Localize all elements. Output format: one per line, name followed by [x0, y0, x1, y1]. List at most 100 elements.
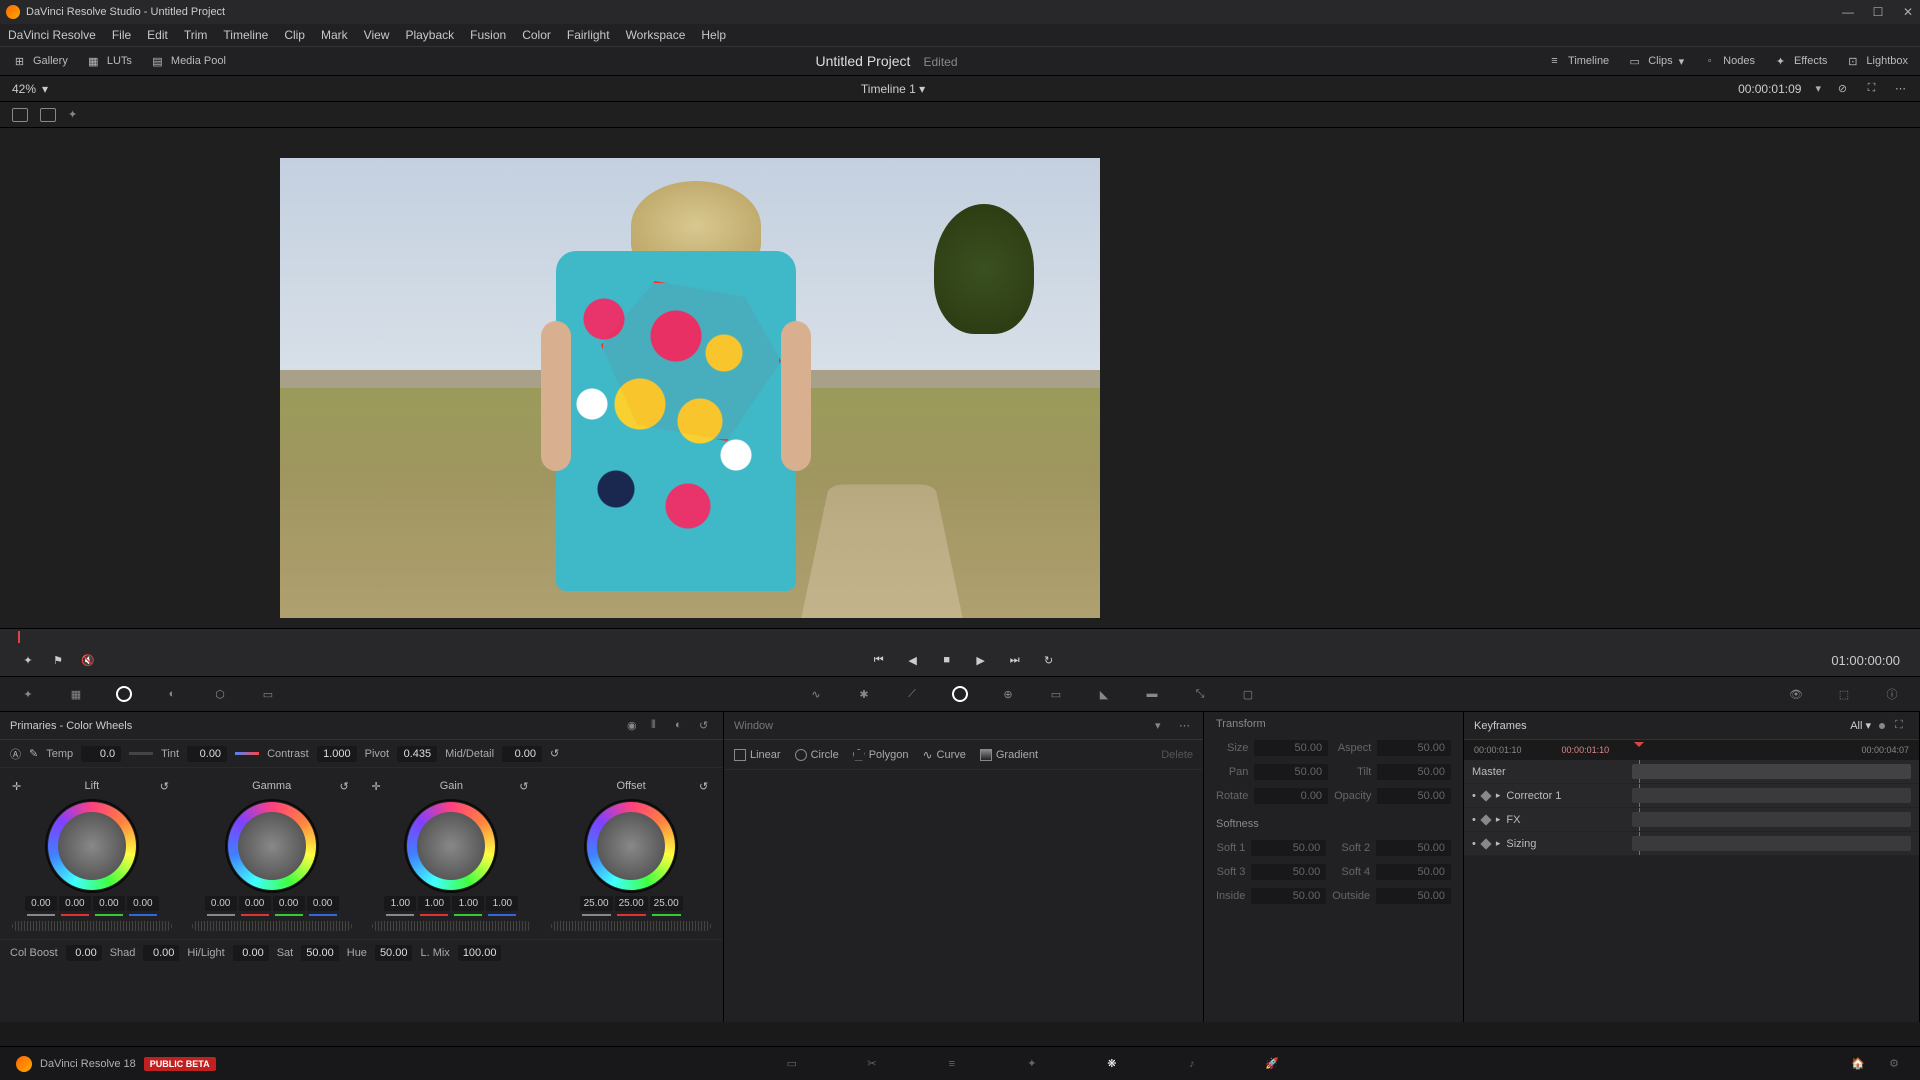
circle-shape-button[interactable]: Circle: [795, 749, 839, 761]
auto-balance-icon[interactable]: Ⓐ: [10, 746, 21, 762]
fairlight-page-icon[interactable]: ♪: [1182, 1054, 1202, 1074]
record-timecode[interactable]: 01:00:00:00: [1831, 653, 1900, 668]
gain-r[interactable]: 1.00: [418, 896, 450, 911]
window-preset-icon[interactable]: ▾: [1155, 719, 1169, 733]
menu-davinci[interactable]: DaVinci Resolve: [8, 28, 96, 42]
inside-value[interactable]: 50.00: [1251, 888, 1326, 904]
timeline-button[interactable]: ≡Timeline: [1547, 54, 1609, 69]
tint-slider[interactable]: [235, 752, 259, 755]
color-wheels-icon[interactable]: [114, 684, 134, 704]
loop-icon[interactable]: ↻: [1041, 652, 1057, 668]
zoom-dropdown[interactable]: 42% ▾: [12, 82, 48, 96]
scopes-icon[interactable]: ⬚: [1834, 684, 1854, 704]
colboost-value[interactable]: 0.00: [66, 945, 102, 961]
gamma-g[interactable]: 0.00: [273, 896, 305, 911]
info-icon[interactable]: ⓘ: [1882, 684, 1902, 704]
keyframes-all-dropdown[interactable]: All ▾: [1850, 719, 1871, 732]
keyframes-expand-icon[interactable]: ⛶: [1895, 719, 1909, 733]
opacity-value[interactable]: 50.00: [1377, 788, 1451, 804]
kf-track-fx[interactable]: •▸FX: [1464, 808, 1919, 832]
offset-jog[interactable]: [551, 921, 711, 931]
image-wipe-icon[interactable]: [12, 108, 28, 122]
gamma-r[interactable]: 0.00: [239, 896, 271, 911]
diamond-icon[interactable]: [1480, 790, 1491, 801]
effects-button[interactable]: ✦Effects: [1773, 54, 1827, 69]
gamma-b[interactable]: 0.00: [307, 896, 339, 911]
temp-slider[interactable]: [129, 752, 153, 755]
deliver-page-icon[interactable]: 🚀: [1262, 1054, 1282, 1074]
curve-shape-button[interactable]: ∿Curve: [922, 748, 965, 762]
blur-icon[interactable]: ◣: [1094, 684, 1114, 704]
keyframe-ruler[interactable]: 00:00:01:10 00:00:01:10 00:00:04:07: [1464, 740, 1919, 760]
timeline-name[interactable]: Timeline 1: [861, 82, 916, 96]
menu-fusion[interactable]: Fusion: [470, 28, 506, 42]
color-warper-icon[interactable]: ✱: [854, 684, 874, 704]
gain-b[interactable]: 1.00: [486, 896, 518, 911]
diamond-icon[interactable]: [1480, 814, 1491, 825]
lift-g[interactable]: 0.00: [93, 896, 125, 911]
luts-button[interactable]: ▦LUTs: [86, 54, 132, 69]
soft2-value[interactable]: 50.00: [1376, 840, 1451, 856]
viewer-image[interactable]: [280, 158, 1100, 618]
outside-value[interactable]: 50.00: [1376, 888, 1451, 904]
playhead-icon[interactable]: [18, 631, 20, 643]
hdr-icon[interactable]: ◐: [162, 684, 182, 704]
home-icon[interactable]: 🏠: [1848, 1054, 1868, 1074]
gain-picker-icon[interactable]: ✛: [372, 780, 384, 792]
chevron-right-icon[interactable]: ▸: [1496, 790, 1501, 801]
menu-workspace[interactable]: Workspace: [626, 28, 686, 42]
curves-icon[interactable]: ∿: [806, 684, 826, 704]
viewer[interactable]: [0, 128, 1920, 628]
menu-edit[interactable]: Edit: [147, 28, 168, 42]
temp-value[interactable]: 0.0: [81, 746, 121, 762]
contrast-value[interactable]: 1.000: [317, 746, 357, 762]
gamma-jog[interactable]: [192, 921, 352, 931]
reset-adj-icon[interactable]: ↺: [550, 747, 559, 760]
menu-file[interactable]: File: [112, 28, 131, 42]
offset-b[interactable]: 25.00: [650, 896, 683, 911]
lift-r[interactable]: 0.00: [59, 896, 91, 911]
sat-value[interactable]: 50.00: [301, 945, 339, 961]
gain-y[interactable]: 1.00: [384, 896, 416, 911]
flag-icon[interactable]: ⚑: [50, 652, 66, 668]
window-icon[interactable]: [950, 684, 970, 704]
3d-icon[interactable]: ▢: [1238, 684, 1258, 704]
gain-wheel[interactable]: [407, 802, 495, 890]
fusion-page-icon[interactable]: ✦: [1022, 1054, 1042, 1074]
pivot-value[interactable]: 0.435: [397, 746, 437, 762]
aspect-value[interactable]: 50.00: [1377, 740, 1451, 756]
menu-timeline[interactable]: Timeline: [223, 28, 268, 42]
diamond-icon[interactable]: [1480, 838, 1491, 849]
minimize-icon[interactable]: —: [1842, 6, 1854, 18]
kf-track-master[interactable]: Master: [1464, 760, 1919, 784]
close-icon[interactable]: ✕: [1902, 6, 1914, 18]
motion-effects-icon[interactable]: ▭: [258, 684, 278, 704]
menu-help[interactable]: Help: [701, 28, 726, 42]
lmix-value[interactable]: 100.00: [458, 945, 502, 961]
mute-icon[interactable]: 🔇: [80, 652, 96, 668]
tracker-icon[interactable]: ⊕: [998, 684, 1018, 704]
rotate-value[interactable]: 0.00: [1254, 788, 1328, 804]
offset-r[interactable]: 25.00: [580, 896, 613, 911]
gamma-y[interactable]: 0.00: [205, 896, 237, 911]
mid-value[interactable]: 0.00: [502, 746, 542, 762]
cut-page-icon[interactable]: ✂: [862, 1054, 882, 1074]
polygon-shape-button[interactable]: Polygon: [853, 749, 909, 761]
media-page-icon[interactable]: ▭: [782, 1054, 802, 1074]
log-mode-icon[interactable]: ◐: [675, 719, 689, 733]
menu-clip[interactable]: Clip: [284, 28, 305, 42]
key-icon[interactable]: ▬: [1142, 684, 1162, 704]
edit-page-icon[interactable]: ≡: [942, 1054, 962, 1074]
gain-jog[interactable]: [372, 921, 532, 931]
gain-g[interactable]: 1.00: [452, 896, 484, 911]
shad-value[interactable]: 0.00: [143, 945, 179, 961]
split-icon[interactable]: [40, 108, 56, 122]
offset-g[interactable]: 25.00: [615, 896, 648, 911]
mini-timeline[interactable]: [0, 628, 1920, 644]
delete-window-button[interactable]: Delete: [1161, 749, 1193, 761]
magic-mask-icon[interactable]: ▭: [1046, 684, 1066, 704]
reset-icon[interactable]: ↺: [699, 719, 713, 733]
maximize-icon[interactable]: ☐: [1872, 6, 1884, 18]
sizing-icon[interactable]: ⤡: [1190, 684, 1210, 704]
grab-still-icon[interactable]: ✦: [20, 652, 36, 668]
